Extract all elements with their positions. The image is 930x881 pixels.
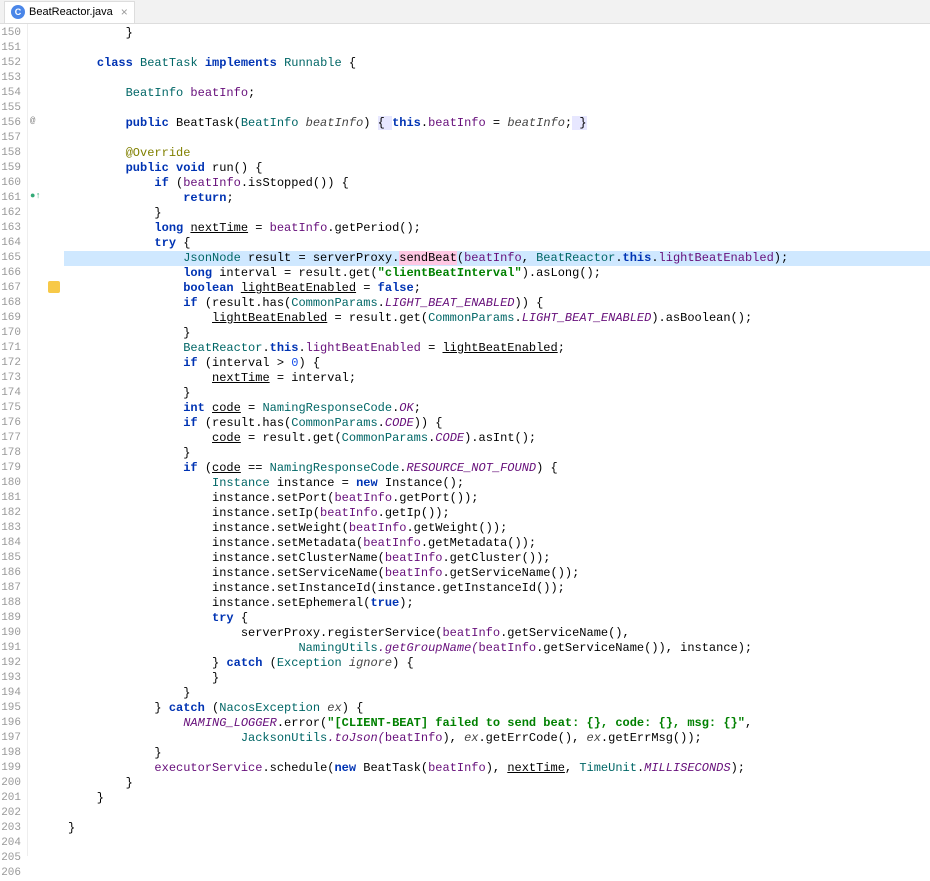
code-line[interactable]: } (64, 26, 930, 41)
tab-bar: C BeatReactor.java × (0, 0, 930, 24)
code-line[interactable]: } (64, 791, 930, 806)
code-line[interactable]: @Override (64, 146, 930, 161)
code-area[interactable]: } class BeatTask implements Runnable { B… (64, 24, 930, 856)
impl-marker: ●↑ (30, 191, 41, 201)
code-line[interactable]: NAMING_LOGGER.error("[CLIENT-BEAT] faile… (64, 716, 930, 731)
code-line[interactable]: lightBeatEnabled = result.get(CommonPara… (64, 311, 930, 326)
code-line[interactable] (64, 71, 930, 86)
code-line[interactable]: instance.setInstanceId(instance.getInsta… (64, 581, 930, 596)
override-marker: @ (30, 116, 35, 126)
code-line[interactable]: } (64, 206, 930, 221)
bulb-icon[interactable] (48, 281, 60, 293)
code-line[interactable]: public BeatTask(BeatInfo beatInfo) { thi… (64, 116, 930, 131)
file-tab[interactable]: C BeatReactor.java × (4, 1, 135, 23)
code-line[interactable]: BeatInfo beatInfo; (64, 86, 930, 101)
code-line[interactable]: } (64, 776, 930, 791)
code-line[interactable]: serverProxy.registerService(beatInfo.get… (64, 626, 930, 641)
code-line[interactable] (64, 131, 930, 146)
code-line[interactable]: } (64, 746, 930, 761)
line-gutter: 1501511521531541551561571581591601611621… (0, 24, 28, 856)
code-line[interactable]: } (64, 671, 930, 686)
code-line[interactable]: NamingUtils.getGroupName(beatInfo.getSer… (64, 641, 930, 656)
code-line[interactable]: instance.setServiceName(beatInfo.getServ… (64, 566, 930, 581)
code-line[interactable]: if (result.has(CommonParams.LIGHT_BEAT_E… (64, 296, 930, 311)
code-line[interactable] (64, 806, 930, 821)
code-line[interactable]: JsonNode result = serverProxy.sendBeat(b… (64, 251, 930, 266)
code-line[interactable]: public void run() { (64, 161, 930, 176)
code-line[interactable]: long nextTime = beatInfo.getPeriod(); (64, 221, 930, 236)
editor: 1501511521531541551561571581591601611621… (0, 24, 930, 856)
code-line[interactable]: class BeatTask implements Runnable { (64, 56, 930, 71)
code-line[interactable]: try { (64, 236, 930, 251)
code-line[interactable]: boolean lightBeatEnabled = false; (64, 281, 930, 296)
code-line[interactable]: if (code == NamingResponseCode.RESOURCE_… (64, 461, 930, 476)
code-line[interactable]: code = result.get(CommonParams.CODE).asI… (64, 431, 930, 446)
code-line[interactable]: } (64, 821, 930, 836)
marker-margin: @ ●↑ (28, 24, 64, 856)
close-icon[interactable]: × (121, 5, 128, 19)
code-line[interactable]: if (beatInfo.isStopped()) { (64, 176, 930, 191)
code-line[interactable]: instance.setEphemeral(true); (64, 596, 930, 611)
code-line[interactable]: if (interval > 0) { (64, 356, 930, 371)
code-line[interactable]: try { (64, 611, 930, 626)
code-line[interactable]: BeatReactor.this.lightBeatEnabled = ligh… (64, 341, 930, 356)
code-line[interactable]: return; (64, 191, 930, 206)
code-line[interactable]: } catch (NacosException ex) { (64, 701, 930, 716)
code-line[interactable]: } (64, 386, 930, 401)
code-line[interactable]: instance.setWeight(beatInfo.getWeight())… (64, 521, 930, 536)
code-line[interactable]: if (result.has(CommonParams.CODE)) { (64, 416, 930, 431)
code-line[interactable]: instance.setIp(beatInfo.getIp()); (64, 506, 930, 521)
tab-title: BeatReactor.java (29, 6, 113, 18)
code-line[interactable]: } (64, 326, 930, 341)
code-line[interactable]: instance.setClusterName(beatInfo.getClus… (64, 551, 930, 566)
code-line[interactable] (64, 101, 930, 116)
code-line[interactable]: instance.setMetadata(beatInfo.getMetadat… (64, 536, 930, 551)
code-line[interactable]: JacksonUtils.toJson(beatInfo), ex.getErr… (64, 731, 930, 746)
java-class-icon: C (11, 5, 25, 19)
code-line[interactable]: int code = NamingResponseCode.OK; (64, 401, 930, 416)
code-line[interactable]: Instance instance = new Instance(); (64, 476, 930, 491)
code-line[interactable]: nextTime = interval; (64, 371, 930, 386)
code-line[interactable]: } (64, 446, 930, 461)
code-line[interactable]: } (64, 686, 930, 701)
code-line[interactable]: instance.setPort(beatInfo.getPort()); (64, 491, 930, 506)
code-line[interactable]: executorService.schedule(new BeatTask(be… (64, 761, 930, 776)
code-line[interactable]: } catch (Exception ignore) { (64, 656, 930, 671)
code-line[interactable]: long interval = result.get("clientBeatIn… (64, 266, 930, 281)
code-line[interactable] (64, 41, 930, 56)
